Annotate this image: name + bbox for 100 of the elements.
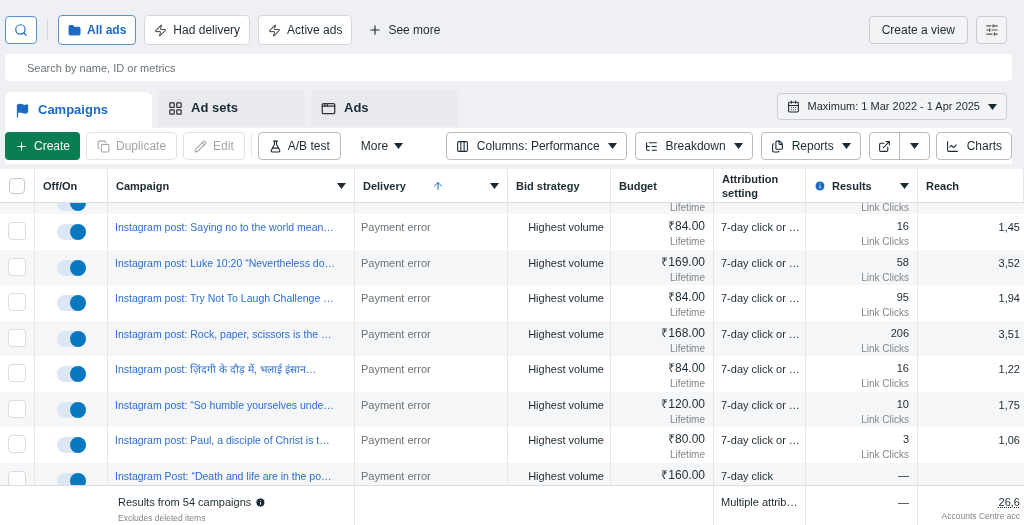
toggle-switch[interactable] xyxy=(56,472,86,485)
delivery-status: Payment error xyxy=(361,363,431,376)
files-icon xyxy=(770,139,784,153)
reach-note: Accounts Centre acc xyxy=(941,510,1020,523)
view-button[interactable]: Reports xyxy=(760,132,861,160)
row-checkbox[interactable] xyxy=(8,364,26,383)
export-icon xyxy=(877,139,891,153)
caret-icon xyxy=(733,143,743,149)
campaign-link[interactable]: Instagram post: “So humble yourselves unde… xyxy=(115,398,334,411)
create-view-button[interactable]: Create a view xyxy=(868,16,968,44)
lightning-icon xyxy=(268,23,282,37)
column-header[interactable]: Attribution setting xyxy=(714,169,806,203)
column-header[interactable]: Delivery xyxy=(355,169,508,203)
results-count: 58 xyxy=(896,254,909,270)
row-checkbox[interactable] xyxy=(8,470,26,485)
bid-strategy: Highest volume xyxy=(528,292,604,305)
filter-chip[interactable]: Active ads xyxy=(258,15,353,45)
budget-amount: ₹169.00 xyxy=(661,254,705,270)
search-icon xyxy=(14,23,28,37)
results-count: — xyxy=(898,467,909,483)
budget-amount: ₹84.00 xyxy=(667,290,705,306)
grid-icon xyxy=(168,100,183,116)
filter-chip[interactable]: All ads xyxy=(58,15,137,45)
row-checkbox[interactable] xyxy=(8,399,26,418)
budget-note: Lifetime xyxy=(670,203,705,214)
toggle-switch[interactable] xyxy=(56,259,86,276)
tab[interactable]: Ad sets xyxy=(158,90,305,126)
date-range-picker[interactable]: Maximum: 1 Mar 2022 - 1 Apr 2025 xyxy=(776,93,1007,120)
attribution-setting: 7-day click or … xyxy=(721,292,800,305)
row-checkbox[interactable] xyxy=(8,257,26,276)
column-header[interactable]: Results xyxy=(806,169,918,203)
reach-value: 1,94 xyxy=(998,292,1020,305)
row-checkbox[interactable] xyxy=(8,293,26,312)
charts-button[interactable]: Charts xyxy=(935,132,1012,160)
budget-amount: ₹84.00 xyxy=(667,361,705,377)
select-all-checkbox[interactable] xyxy=(9,177,25,194)
tab[interactable]: Ads xyxy=(311,90,458,126)
toggle-switch[interactable] xyxy=(56,330,86,347)
filter-chip[interactable]: Had delivery xyxy=(144,15,251,45)
action-button[interactable]: A/B test xyxy=(257,132,341,160)
caret-icon xyxy=(607,143,617,149)
column-header[interactable]: Campaign xyxy=(108,169,355,203)
toggle-switch[interactable] xyxy=(56,224,86,241)
toggle-switch[interactable] xyxy=(56,295,86,312)
attribution-setting: 7-day click or … xyxy=(721,221,800,234)
campaign-link[interactable]: Instagram post: Rock, paper, scissors is the … xyxy=(115,327,332,340)
toggle-switch[interactable] xyxy=(56,401,86,418)
toggle-switch[interactable] xyxy=(56,437,86,454)
attribution-setting: 7-day click or … xyxy=(721,327,800,340)
campaign-link[interactable]: Instagram post: ज़िंदगी के दौड़ में, भलाई इंसान… xyxy=(115,363,317,376)
sort-arrow-icon xyxy=(432,179,444,192)
toggle-switch[interactable] xyxy=(56,366,86,383)
reach-value: 3,52 xyxy=(998,256,1020,269)
column-header[interactable]: Budget xyxy=(611,169,714,203)
caret-icon xyxy=(841,143,851,149)
budget-amount: ₹168.00 xyxy=(661,325,705,341)
caret-icon xyxy=(900,182,909,189)
budget-note: Lifetime xyxy=(670,235,705,250)
settings-icon xyxy=(984,23,999,37)
row-checkbox[interactable] xyxy=(8,328,26,347)
campaign-link[interactable]: Instagram Post: “Death and life are in the po… xyxy=(115,469,332,482)
results-count: 16 xyxy=(896,361,909,377)
caret-icon xyxy=(394,143,404,149)
see-more-button[interactable]: See more xyxy=(360,15,449,45)
info-icon xyxy=(814,179,826,192)
campaign-link[interactable]: Instagram post: Paul, a disciple of Christ is t… xyxy=(115,434,330,447)
flag-icon xyxy=(15,102,30,118)
attribution-summary: Multiple attrib… xyxy=(721,495,798,508)
row-checkbox[interactable] xyxy=(8,435,26,454)
column-header[interactable]: Off/On xyxy=(35,169,108,203)
delivery-status: Payment error xyxy=(361,469,431,482)
search-field[interactable]: Search by name, ID or metrics xyxy=(5,54,1012,81)
results-note: Link Clicks xyxy=(861,341,909,356)
campaign-link[interactable]: Instagram post: Luke 10:20 “Nevertheless do… xyxy=(115,256,336,269)
results-note: Link Clicks xyxy=(861,270,909,285)
tab[interactable]: Campaigns xyxy=(5,92,152,128)
reach-total: 26,6 xyxy=(998,494,1020,510)
column-header[interactable]: Reach xyxy=(918,169,1024,203)
lightning-icon xyxy=(154,23,168,37)
budget-note: Lifetime xyxy=(670,412,705,427)
search-button[interactable] xyxy=(5,16,37,44)
view-button[interactable]: Breakdown xyxy=(634,132,753,160)
settings-button[interactable] xyxy=(976,16,1007,44)
delivery-status: Payment error xyxy=(361,221,431,234)
row-checkbox[interactable] xyxy=(8,222,26,241)
view-button[interactable]: Columns: Performance xyxy=(445,132,627,160)
folder-icon xyxy=(68,23,81,37)
results-note: Link Clicks xyxy=(861,377,909,392)
results-count: 3 xyxy=(902,432,909,448)
caret-icon xyxy=(909,143,919,149)
column-header[interactable]: Bid strategy xyxy=(508,169,611,203)
campaign-link[interactable]: Instagram post: Try Not To Laugh Challenge … xyxy=(115,292,334,305)
info-icon xyxy=(255,496,267,508)
budget-note: Lifetime xyxy=(670,306,705,321)
reach-value: 1,45 xyxy=(998,221,1020,234)
bid-strategy: Highest volume xyxy=(528,469,604,482)
columns-icon xyxy=(455,139,469,153)
results-count: 10 xyxy=(896,396,909,412)
campaign-link[interactable]: Instagram post: Saying no to the world mean… xyxy=(115,221,334,234)
action-button[interactable]: Create xyxy=(5,132,81,160)
